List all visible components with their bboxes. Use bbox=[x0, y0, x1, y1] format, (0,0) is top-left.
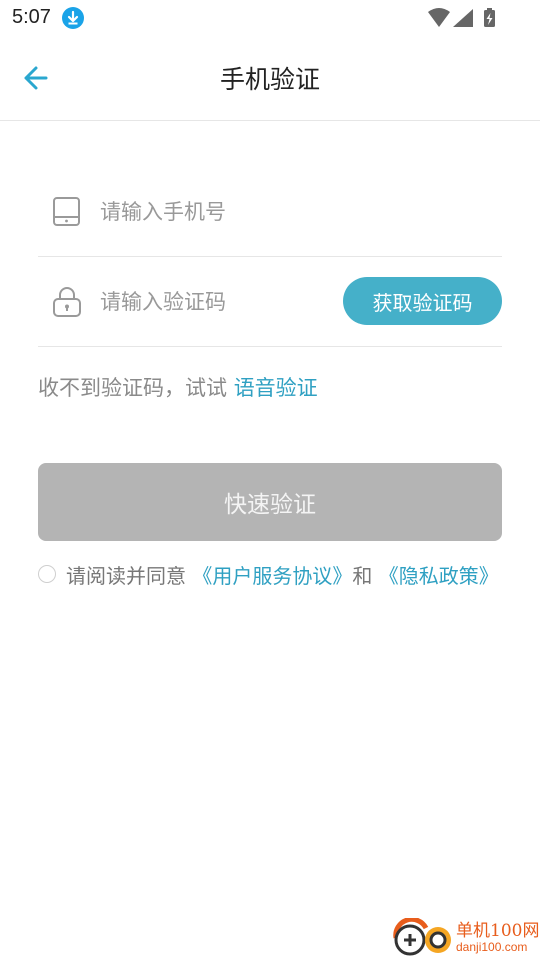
phone-icon bbox=[52, 196, 82, 228]
watermark-name: 单机100网 bbox=[456, 921, 540, 941]
privacy-link[interactable]: 《隐私政策》 bbox=[379, 564, 499, 588]
agreement-prefix: 请阅读并同意 bbox=[66, 564, 193, 588]
wifi-icon bbox=[428, 8, 450, 27]
agreement-row: 请阅读并同意 《用户服务协议》和 《隐私政策》 bbox=[38, 558, 538, 590]
watermark-logo-icon bbox=[393, 918, 451, 956]
agreement-text: 请阅读并同意 《用户服务协议》和 《隐私政策》 bbox=[66, 560, 499, 589]
status-time: 5:07 bbox=[12, 6, 51, 28]
download-icon bbox=[62, 7, 84, 29]
page-title: 手机验证 bbox=[219, 65, 320, 94]
terms-link[interactable]: 《用户服务协议》 bbox=[192, 564, 352, 588]
signal-icon bbox=[453, 9, 473, 27]
code-row: 获取验证码 bbox=[38, 256, 502, 347]
get-code-button[interactable]: 获取验证码 bbox=[343, 277, 502, 325]
hint-prefix: 收不到验证码，试试 bbox=[38, 376, 234, 400]
status-icons bbox=[428, 7, 500, 29]
watermark-url: danji100.com bbox=[456, 940, 528, 954]
phone-input[interactable] bbox=[98, 190, 342, 234]
phone-row bbox=[38, 166, 502, 257]
voice-verify-link[interactable]: 语音验证 bbox=[234, 376, 318, 400]
status-bar: 5:07 bbox=[0, 0, 540, 36]
agreement-conjunction: 和 bbox=[352, 564, 379, 588]
watermark: 单机100网 danji100.com bbox=[392, 916, 540, 960]
quick-verify-button[interactable]: 快速验证 bbox=[38, 463, 502, 541]
system-icons bbox=[428, 8, 495, 27]
code-input[interactable] bbox=[98, 280, 342, 324]
lock-icon bbox=[52, 286, 82, 318]
hint-text: 收不到验证码，试试 语音验证 bbox=[38, 372, 318, 402]
nav-bar: 手机验证 bbox=[0, 36, 540, 121]
agreement-checkbox[interactable] bbox=[38, 565, 56, 583]
